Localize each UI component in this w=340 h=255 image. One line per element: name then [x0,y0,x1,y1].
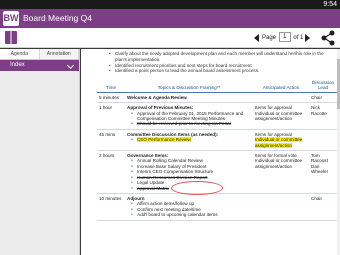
action-text: Items for approval Individual or committ… [255,105,303,122]
row-time: 5 minutes [97,92,125,104]
row-topic: Approval of Previous Minutes: Approval o… [125,102,253,130]
ink-circle-annotation[interactable] [171,181,223,195]
list-item: Add'l board to upcoming calendar items [131,212,251,218]
row-lead: Nick Racotte [309,102,337,130]
row-time: 45 mins [97,129,125,152]
app-logo: BW [3,11,19,26]
topic-title: Welcome & Agenda Review [127,94,187,100]
row-topic: Welcome & Agenda Review [125,92,253,104]
topic-subitems: CEO Performance Review [127,137,251,143]
column-header-time: Time [97,79,125,93]
next-page-icon[interactable] [305,34,310,42]
list-item: CEO Performance Review [131,137,251,143]
row-action [253,193,309,221]
row-lead: Chair [309,92,337,104]
list-item: Approval of the February 01, 2015 Perfor… [131,111,251,122]
action-text: Individual or committee assignment/actio… [255,137,307,148]
table-row: 45 mins Committee Discussion Items (as n… [97,129,337,152]
list-item: Clarify about the newly adopted developm… [109,51,335,63]
highlighted-text: CEO Performance Review [137,137,191,143]
tab-agenda[interactable]: Agenda [0,49,40,59]
agenda-table: Time Topics & Discussion Framing** Antic… [97,79,337,221]
topic-subitems: Approval of the February 01, 2015 Perfor… [127,111,251,128]
sidebar-tabs: Agenda Annotation [0,49,79,60]
tab-annotation[interactable]: Annotation [39,49,79,59]
row-time: 3 hours [97,150,125,194]
previous-page-icon[interactable] [254,34,259,42]
row-action [253,92,309,104]
page-indicator: Page 1 of 1 [262,32,303,44]
intro-list: Clarify about the newly adopted developm… [109,51,335,74]
share-icon[interactable] [320,30,336,46]
app-title: Board Meeting Q4 [23,13,92,23]
system-icons [304,2,318,15]
row-lead [309,129,337,152]
column-header-lead: Discussion Lead [309,79,337,93]
column-header-topics: Topics & Discussion Framing** [125,79,253,93]
status-bar: 9:54 [0,0,340,15]
page-total: of 1 [293,35,304,41]
row-topic: Adjourn Affirm action items/follow up Co… [125,193,253,221]
row-topic: Committee Discussion Items (as needed): … [125,129,253,152]
app-bar: BW Board Meeting Q4 [0,9,340,28]
highlighted-text: Individual or committee assignment/actio… [255,137,303,148]
topic-subitems: Affirm action items/follow up Confirm ne… [127,201,251,218]
row-time: 1 hour [97,102,125,130]
table-header-row: Time Topics & Discussion Framing** Antic… [97,79,337,93]
list-item: Identified a point person to lead the an… [109,68,335,74]
page-label: Page [262,35,277,41]
list-item: Should be reviewed prior to meeting via … [131,121,251,127]
book-icon[interactable] [4,30,18,45]
document-page[interactable]: Clarify about the newly adopted developm… [81,49,340,255]
table-row: 1 hour Approval of Previous Minutes: App… [97,102,337,130]
page-number-input[interactable]: 1 [278,32,291,43]
row-lead: Chair [309,193,337,221]
row-lead: Tom Racoost Dan Wheeler [309,150,337,194]
document-toolbar: Page 1 of 1 [0,28,340,48]
row-action: Items for approval Individual or committ… [253,102,309,130]
column-header-action: Anticipated Action [253,79,309,93]
action-text: Items for formal vote Individual or comm… [255,153,303,169]
table-row: 5 minutes Welcome & Agenda Review Chair [97,92,337,104]
status-time: 9:54 [323,1,337,8]
sidebar-item-index[interactable]: Index [0,60,79,71]
row-action: Items for approval Individual or committ… [253,129,309,152]
sidebar: Agenda Annotation Index [0,49,80,255]
row-time: 10 minutes [97,193,125,221]
row-action: Items for formal vote Individual or comm… [253,150,309,194]
table-row: 10 minutes Adjourn Affirm action items/f… [97,193,337,221]
